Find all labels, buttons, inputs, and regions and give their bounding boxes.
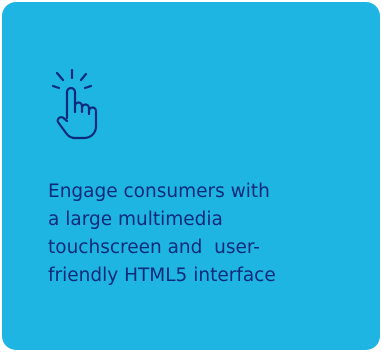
feature-description: Engage consumers with a large multimedia… <box>48 178 348 290</box>
feature-line: Engage consumers with <box>48 181 270 202</box>
feature-line: touchscreen and user- <box>48 237 260 258</box>
feature-line: a large multimedia <box>48 209 223 230</box>
feature-line: friendly HTML5 interface <box>48 265 276 286</box>
pointer-hand-touch-icon <box>48 66 100 142</box>
feature-card: Engage consumers with a large multimedia… <box>2 2 380 350</box>
